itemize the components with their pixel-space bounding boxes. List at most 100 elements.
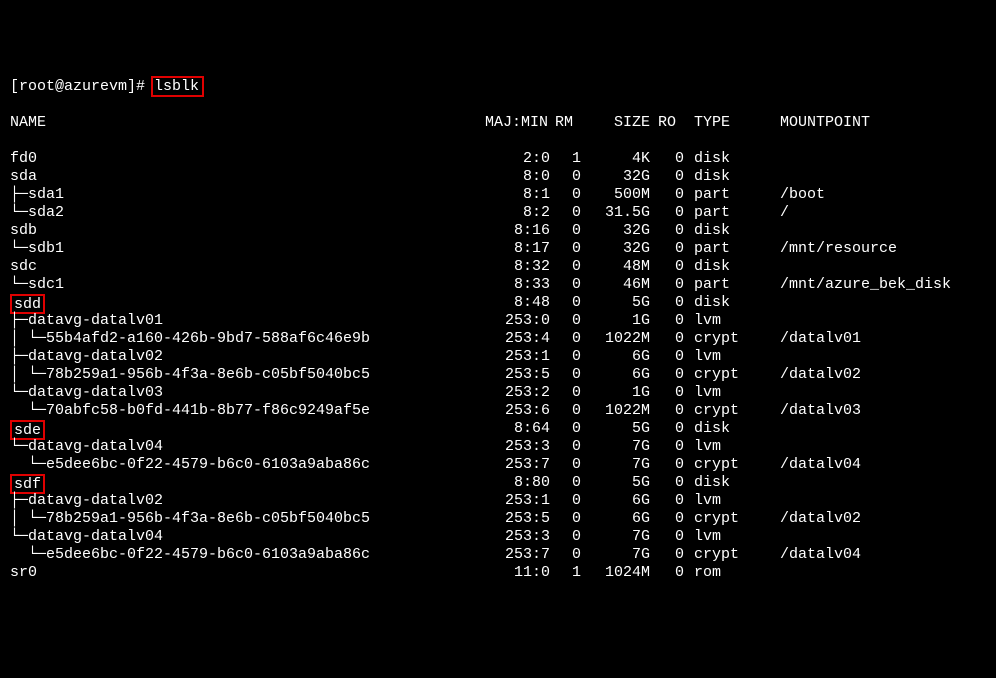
cell-rm: 0 bbox=[555, 348, 581, 366]
cell-majmin: 8:1 bbox=[480, 186, 550, 204]
cell-majmin: 253:7 bbox=[480, 546, 550, 564]
table-row: └─sda28:2031.5G0part/ bbox=[10, 204, 986, 222]
cell-ro: 0 bbox=[658, 510, 684, 528]
cell-type: lvm bbox=[694, 492, 746, 510]
cell-rm: 0 bbox=[555, 492, 581, 510]
cell-size: 5G bbox=[590, 294, 650, 312]
cell-mount: /datalv03 bbox=[780, 402, 861, 420]
cell-ro: 0 bbox=[658, 258, 684, 276]
cell-rm: 0 bbox=[555, 528, 581, 546]
cell-name: sr0 bbox=[10, 564, 37, 582]
table-row: │ └─78b259a1-956b-4f3a-8e6b-c05bf5040bc5… bbox=[10, 366, 986, 384]
cell-name: └─datavg-datalv03 bbox=[10, 384, 163, 402]
table-row: └─datavg-datalv04253:307G0lvm bbox=[10, 528, 986, 546]
cell-type: disk bbox=[694, 222, 746, 240]
cell-name: ├─datavg-datalv02 bbox=[10, 492, 163, 510]
cell-ro: 0 bbox=[658, 240, 684, 258]
cell-ro: 0 bbox=[658, 528, 684, 546]
cell-size: 1G bbox=[590, 312, 650, 330]
cell-type: crypt bbox=[694, 510, 746, 528]
header-type: TYPE bbox=[694, 114, 746, 132]
cell-mount: /datalv04 bbox=[780, 456, 861, 474]
cell-size: 6G bbox=[590, 366, 650, 384]
cell-type: lvm bbox=[694, 348, 746, 366]
cell-ro: 0 bbox=[658, 330, 684, 348]
cell-size: 5G bbox=[590, 474, 650, 492]
cell-rm: 0 bbox=[555, 384, 581, 402]
cell-size: 6G bbox=[590, 348, 650, 366]
cell-name: └─sdb1 bbox=[10, 240, 64, 258]
lsblk-header: NAMEMAJ:MINRMSIZEROTYPEMOUNTPOINT bbox=[10, 114, 986, 132]
cell-name: └─datavg-datalv04 bbox=[10, 528, 163, 546]
cell-type: crypt bbox=[694, 546, 746, 564]
cell-ro: 0 bbox=[658, 366, 684, 384]
cell-type: disk bbox=[694, 150, 746, 168]
cell-rm: 0 bbox=[555, 366, 581, 384]
cell-ro: 0 bbox=[658, 420, 684, 438]
table-row: sr011:011024M0rom bbox=[10, 564, 986, 582]
cell-type: crypt bbox=[694, 366, 746, 384]
command-highlight: lsblk bbox=[151, 76, 204, 97]
cell-majmin: 8:32 bbox=[480, 258, 550, 276]
cell-type: part bbox=[694, 240, 746, 258]
cell-ro: 0 bbox=[658, 384, 684, 402]
cell-type: crypt bbox=[694, 402, 746, 420]
table-row: sdf8:8005G0disk bbox=[10, 474, 986, 492]
cell-name: sdb bbox=[10, 222, 37, 240]
cell-type: disk bbox=[694, 258, 746, 276]
table-row: sda8:0032G0disk bbox=[10, 168, 986, 186]
cell-type: part bbox=[694, 204, 746, 222]
cell-type: lvm bbox=[694, 438, 746, 456]
cell-name: └─sdc1 bbox=[10, 276, 64, 294]
cell-size: 500M bbox=[590, 186, 650, 204]
header-name: NAME bbox=[10, 114, 46, 132]
table-row: └─e5dee6bc-0f22-4579-b6c0-6103a9aba86c25… bbox=[10, 456, 986, 474]
table-row: ├─datavg-datalv01253:001G0lvm bbox=[10, 312, 986, 330]
cell-majmin: 8:16 bbox=[480, 222, 550, 240]
cell-majmin: 8:0 bbox=[480, 168, 550, 186]
table-row: │ └─55b4afd2-a160-426b-9bd7-588af6c46e9b… bbox=[10, 330, 986, 348]
cell-ro: 0 bbox=[658, 294, 684, 312]
cell-ro: 0 bbox=[658, 546, 684, 564]
cell-rm: 1 bbox=[555, 564, 581, 582]
cell-size: 6G bbox=[590, 510, 650, 528]
cell-size: 7G bbox=[590, 456, 650, 474]
cell-rm: 0 bbox=[555, 510, 581, 528]
cell-majmin: 11:0 bbox=[480, 564, 550, 582]
table-row: sdc8:32048M0disk bbox=[10, 258, 986, 276]
table-row: └─e5dee6bc-0f22-4579-b6c0-6103a9aba86c25… bbox=[10, 546, 986, 564]
cell-rm: 0 bbox=[555, 258, 581, 276]
shell-command: lsblk bbox=[154, 78, 199, 95]
cell-size: 4K bbox=[590, 150, 650, 168]
cell-size: 31.5G bbox=[590, 204, 650, 222]
cell-type: disk bbox=[694, 294, 746, 312]
cell-mount: / bbox=[780, 204, 789, 222]
cell-rm: 0 bbox=[555, 222, 581, 240]
cell-ro: 0 bbox=[658, 168, 684, 186]
cell-ro: 0 bbox=[658, 474, 684, 492]
cell-name: │ └─78b259a1-956b-4f3a-8e6b-c05bf5040bc5 bbox=[10, 510, 370, 528]
cell-name: sdd bbox=[10, 294, 45, 314]
cell-ro: 0 bbox=[658, 312, 684, 330]
cell-majmin: 253:7 bbox=[480, 456, 550, 474]
cell-name: fd0 bbox=[10, 150, 37, 168]
cell-name: sda bbox=[10, 168, 37, 186]
shell-prompt-line[interactable]: [root@azurevm]# lsblk bbox=[10, 78, 986, 96]
cell-rm: 0 bbox=[555, 420, 581, 438]
cell-rm: 0 bbox=[555, 474, 581, 492]
table-row: │ └─78b259a1-956b-4f3a-8e6b-c05bf5040bc5… bbox=[10, 510, 986, 528]
cell-size: 5G bbox=[590, 420, 650, 438]
cell-name: sde bbox=[10, 420, 45, 440]
cell-size: 6G bbox=[590, 492, 650, 510]
cell-majmin: 253:1 bbox=[480, 492, 550, 510]
cell-majmin: 8:64 bbox=[480, 420, 550, 438]
cell-majmin: 8:48 bbox=[480, 294, 550, 312]
cell-name: sdf bbox=[10, 474, 45, 494]
cell-type: disk bbox=[694, 420, 746, 438]
cell-majmin: 8:80 bbox=[480, 474, 550, 492]
cell-rm: 0 bbox=[555, 204, 581, 222]
cell-rm: 0 bbox=[555, 186, 581, 204]
cell-size: 46M bbox=[590, 276, 650, 294]
cell-ro: 0 bbox=[658, 564, 684, 582]
cell-type: crypt bbox=[694, 330, 746, 348]
